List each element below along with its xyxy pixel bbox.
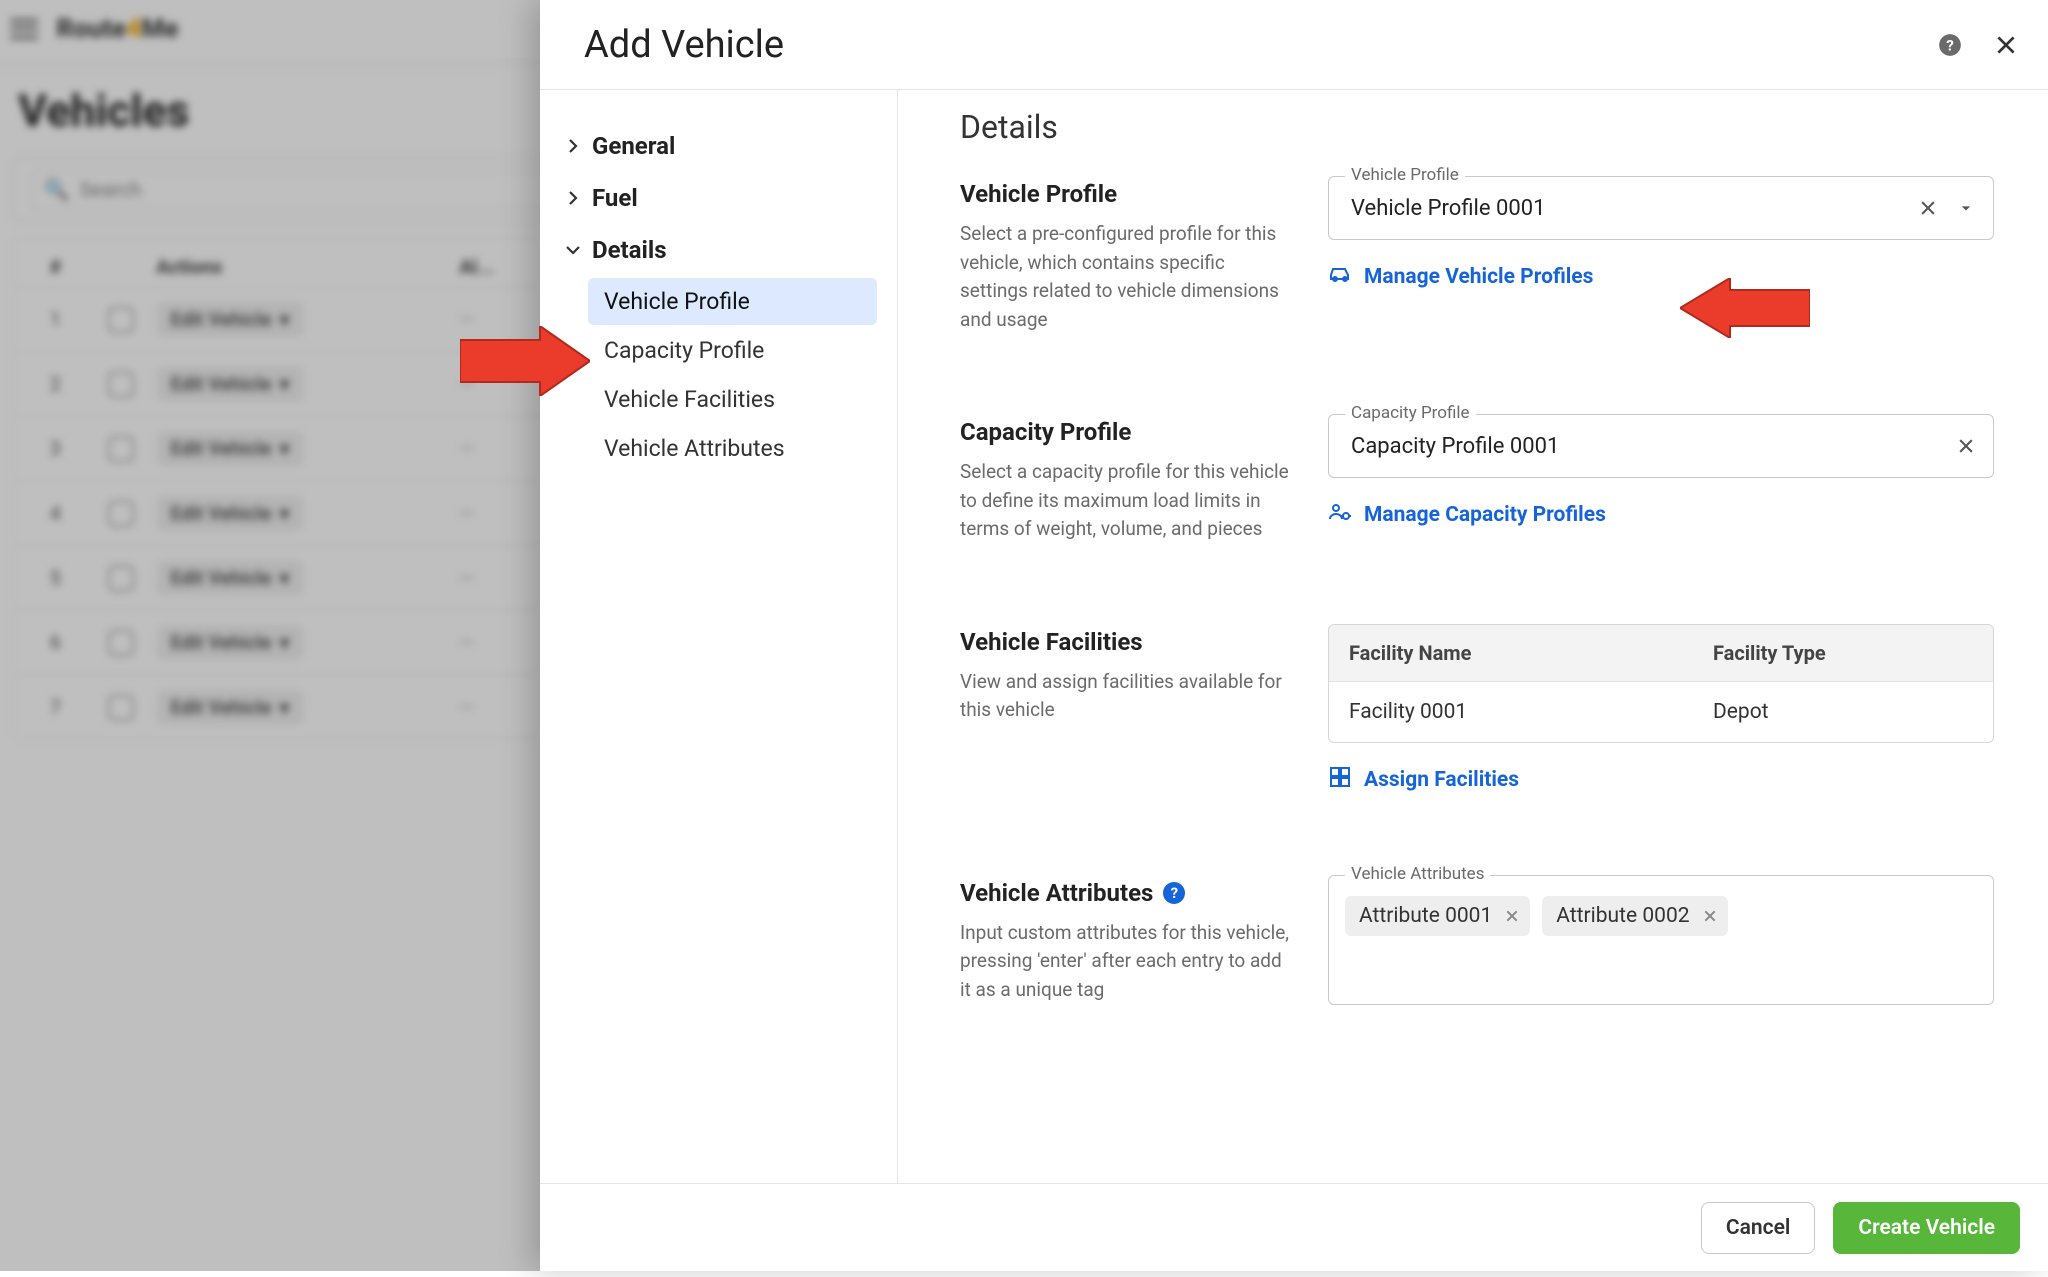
cancel-button[interactable]: Cancel	[1701, 1202, 1815, 1254]
remove-tag-icon[interactable]	[1702, 908, 1718, 924]
facilities-col-type: Facility Type	[1693, 625, 1993, 681]
chevron-right-icon	[564, 191, 582, 205]
modal-footer: Cancel Create Vehicle	[540, 1183, 2048, 1271]
grid-icon	[1328, 765, 1352, 795]
vehicle-profile-desc: Select a pre-configured profile for this…	[960, 220, 1290, 334]
attribute-tag: Attribute 0001	[1345, 896, 1530, 936]
dropdown-icon[interactable]	[1949, 191, 1983, 225]
facilities-table: Facility Name Facility Type Facility 000…	[1328, 624, 1994, 743]
capacity-profile-title: Capacity Profile	[960, 418, 1290, 446]
manage-vehicle-profiles-link[interactable]: Manage Vehicle Profiles	[1328, 262, 1994, 292]
attribute-tag: Attribute 0002	[1542, 896, 1727, 936]
chevron-down-icon	[564, 244, 582, 256]
vehicle-profile-value: Vehicle Profile 0001	[1351, 196, 1545, 221]
car-icon	[1328, 262, 1352, 292]
nav-group-general[interactable]: General	[560, 120, 877, 172]
chevron-right-icon	[564, 139, 582, 153]
nav-group-fuel[interactable]: Fuel	[560, 172, 877, 224]
nav-item-vehicle-profile[interactable]: Vehicle Profile	[588, 278, 877, 325]
capacity-profile-select[interactable]: Capacity Profile Capacity Profile 0001	[1328, 414, 1994, 478]
vehicle-profile-select[interactable]: Vehicle Profile Vehicle Profile 0001	[1328, 176, 1994, 240]
nav-group-details[interactable]: Details	[560, 224, 877, 276]
close-icon[interactable]	[1992, 31, 2020, 59]
annotation-arrow-2	[1680, 278, 1810, 338]
modal-header: Add Vehicle ?	[540, 0, 2048, 90]
svg-text:?: ?	[1946, 36, 1954, 54]
vehicle-profile-title: Vehicle Profile	[960, 180, 1290, 208]
create-vehicle-button[interactable]: Create Vehicle	[1833, 1202, 2020, 1254]
vehicle-facilities-title: Vehicle Facilities	[960, 628, 1290, 656]
section-title: Details	[960, 108, 1994, 146]
help-icon[interactable]: ?	[1936, 31, 1964, 59]
assign-facilities-link[interactable]: Assign Facilities	[1328, 765, 1994, 795]
facilities-col-name: Facility Name	[1329, 625, 1693, 681]
capacity-profile-desc: Select a capacity profile for this vehic…	[960, 458, 1290, 544]
help-icon[interactable]: ?	[1163, 882, 1185, 904]
nav-item-vehicle-attributes[interactable]: Vehicle Attributes	[588, 425, 877, 472]
remove-tag-icon[interactable]	[1504, 908, 1520, 924]
nav-item-vehicle-facilities[interactable]: Vehicle Facilities	[588, 376, 877, 423]
vehicle-attributes-title: Vehicle Attributes ?	[960, 879, 1290, 907]
modal-title: Add Vehicle	[584, 23, 784, 67]
add-vehicle-modal: Add Vehicle ? General Fuel	[540, 0, 2048, 1271]
facilities-row: Facility 0001 Depot	[1329, 681, 1993, 742]
annotation-arrow-1	[460, 326, 590, 396]
users-gear-icon	[1328, 500, 1352, 530]
nav-item-capacity-profile[interactable]: Capacity Profile	[588, 327, 877, 374]
clear-icon[interactable]	[1911, 191, 1945, 225]
manage-capacity-profiles-link[interactable]: Manage Capacity Profiles	[1328, 500, 1994, 530]
modal-content: Details Vehicle Profile Select a pre-con…	[898, 90, 2048, 1183]
vehicle-facilities-desc: View and assign facilities available for…	[960, 668, 1290, 725]
capacity-profile-value: Capacity Profile 0001	[1351, 434, 1559, 459]
vehicle-attributes-desc: Input custom attributes for this vehicle…	[960, 919, 1290, 1005]
modal-nav: General Fuel Details Vehicle Profile Cap…	[540, 90, 898, 1183]
clear-icon[interactable]	[1949, 429, 1983, 463]
vehicle-attributes-input[interactable]: Vehicle Attributes Attribute 0001Attribu…	[1328, 875, 1994, 1005]
